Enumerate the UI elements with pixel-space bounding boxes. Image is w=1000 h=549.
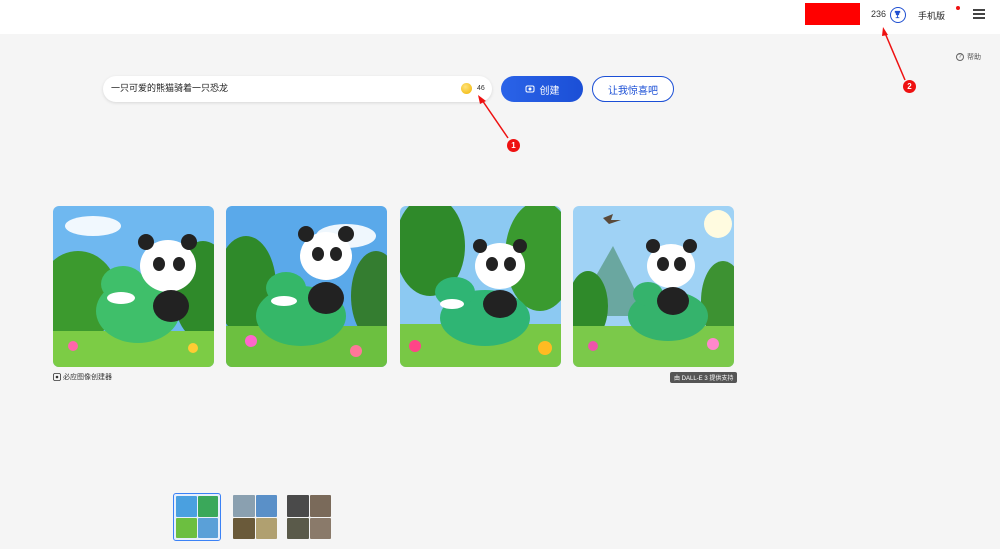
history-thumbnail-3[interactable]: [285, 493, 333, 541]
image-creator-caption[interactable]: 必应图像创建器: [53, 372, 112, 382]
callout-2-badge: 2: [903, 80, 916, 93]
powered-by-badge: 由 DALL-E 3 提供支持: [670, 372, 738, 383]
result-image-3[interactable]: [400, 206, 561, 367]
image-creator-icon: [53, 373, 61, 381]
history-thumbnail-2[interactable]: [231, 493, 279, 541]
result-image-1[interactable]: [53, 206, 214, 367]
history-thumbnail-1[interactable]: [173, 493, 221, 541]
result-image-2[interactable]: [226, 206, 387, 367]
image-creator-label: 必应图像创建器: [63, 374, 112, 381]
callout-1-badge: 1: [507, 139, 520, 152]
result-image-4[interactable]: [573, 206, 734, 367]
